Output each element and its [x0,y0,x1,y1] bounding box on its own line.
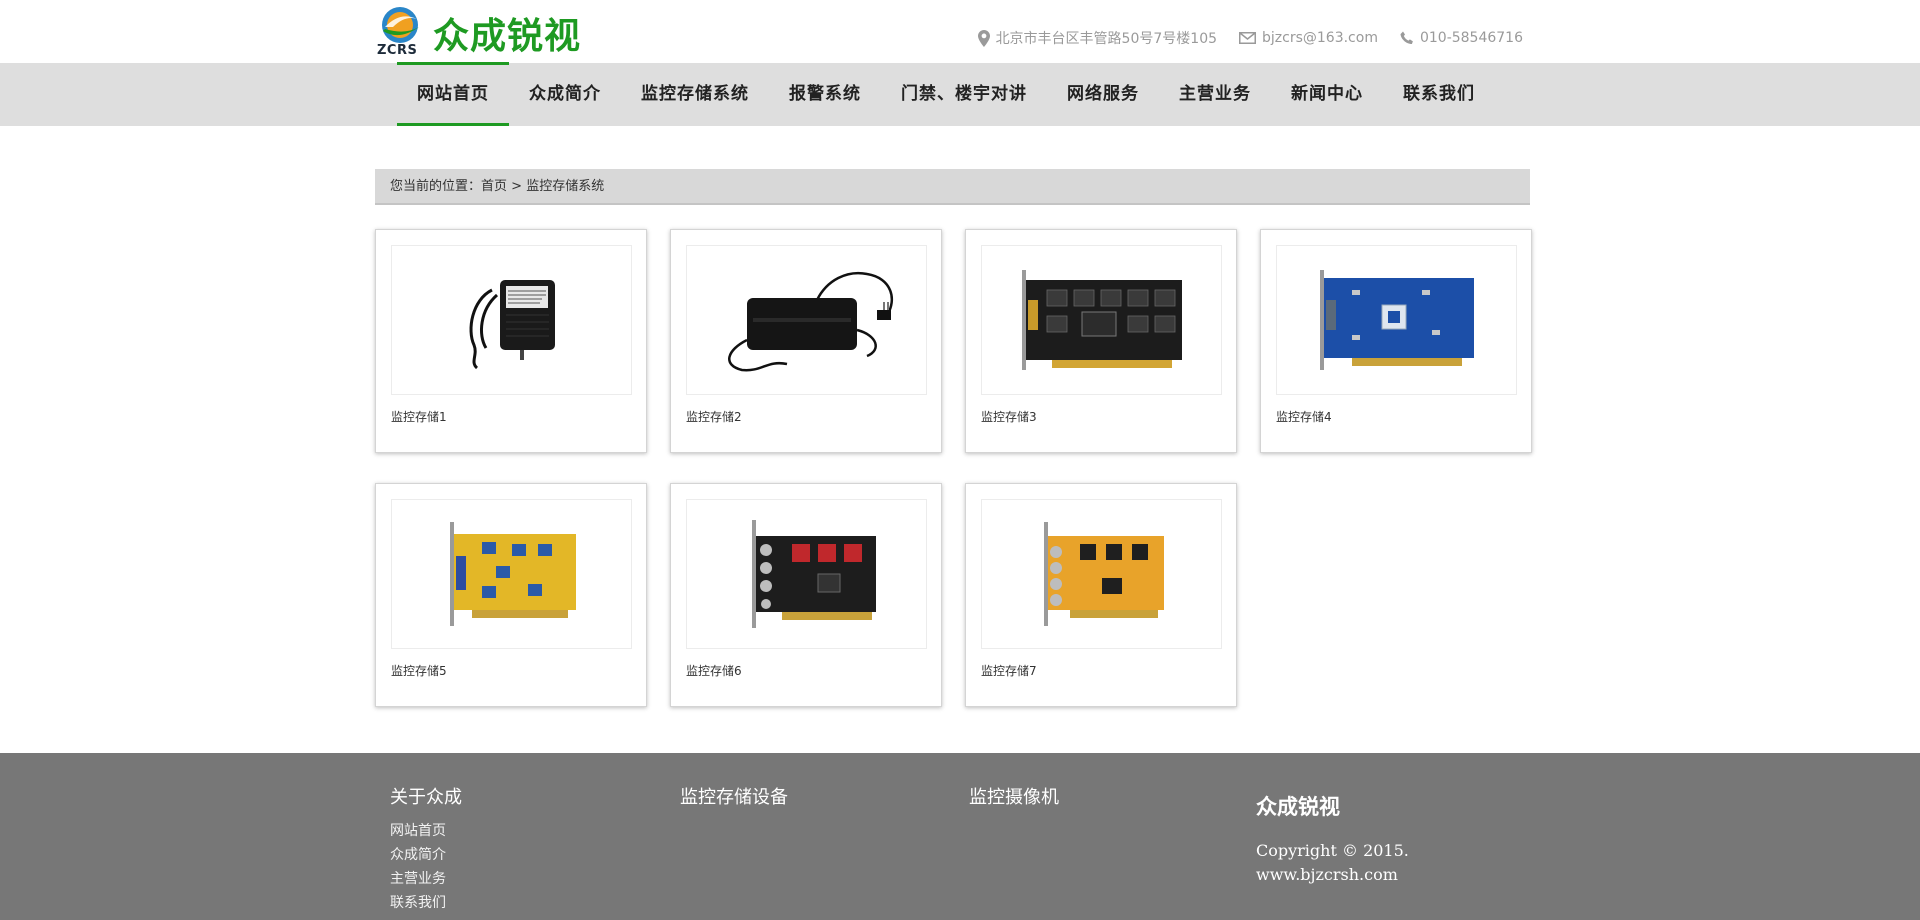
product-image-capture-card-blue[interactable] [1276,245,1517,395]
mail-icon [1239,32,1257,44]
nav-item-main-business[interactable]: 主营业务 [1159,63,1271,126]
product-image-capture-card-yellow[interactable] [391,499,632,649]
product-title[interactable]: 监控存储7 [981,662,1037,679]
product-title[interactable]: 监控存储1 [391,408,447,425]
breadcrumb: 您当前的位置：首页 > 监控存储系统 [375,169,1530,205]
breadcrumb-home-link[interactable]: 首页 [481,179,507,194]
nav-item-home[interactable]: 网站首页 [397,62,509,126]
breadcrumb-prefix: 您当前的位置： [390,179,482,194]
footer-link-contact[interactable]: 联系我们 [390,891,462,915]
nav-item-news[interactable]: 新闻中心 [1271,63,1383,126]
footer-link-list: 网站首页 众成简介 主营业务 联系我们 [390,819,462,915]
email-text[interactable]: bjzcrs@163.com [1262,30,1378,46]
address-text: 北京市丰台区丰管路50号7号楼105 [995,31,1218,47]
footer-col-title[interactable]: 监控摄像机 [969,783,1059,809]
product-title[interactable]: 监控存储5 [391,662,447,679]
product-card[interactable]: 监控存储5 [375,483,647,707]
breadcrumb-separator: > [507,179,527,194]
logo-name: 众成锐视 [433,15,582,57]
product-card[interactable]: 监控存储7 [965,483,1237,707]
phone-text: 010-58546716 [1419,30,1523,46]
footer-brand-name: 众成锐视 [1256,794,1340,819]
product-card[interactable]: 监控存储2 [670,229,942,453]
nav-item-contact[interactable]: 联系我们 [1383,63,1495,126]
footer-col-about: 关于众成 网站首页 众成简介 主营业务 联系我们 [390,783,462,915]
product-image-power-adapter[interactable] [391,245,632,395]
product-card[interactable]: 监控存储4 [1260,229,1532,453]
main-nav: 网站首页 众成简介 监控存储系统 报警系统 门禁、楼宇对讲 网络服务 主营业务 … [397,62,1495,126]
nav-item-about[interactable]: 众成简介 [509,63,621,126]
nav-item-network-service[interactable]: 网络服务 [1047,63,1159,126]
nav-item-access-intercom[interactable]: 门禁、楼宇对讲 [881,63,1047,126]
footer-copyright: Copyright © 2015. [1256,841,1409,860]
footer-col-cameras: 监控摄像机 [969,783,1059,819]
site-logo[interactable]: ZCRS 众成锐视 [375,5,595,59]
footer-link-home[interactable]: 网站首页 [390,819,462,843]
product-title[interactable]: 监控存储3 [981,408,1037,425]
footer-link-about[interactable]: 众成简介 [390,843,462,867]
location-pin-icon [977,29,990,47]
product-card[interactable]: 监控存储1 [375,229,647,453]
footer-col-title[interactable]: 监控存储设备 [680,783,788,809]
phone-icon [1400,31,1414,45]
nav-item-alarm-system[interactable]: 报警系统 [769,63,881,126]
product-card[interactable]: 监控存储3 [965,229,1237,453]
product-image-capture-card-black[interactable] [981,245,1222,395]
product-title[interactable]: 监控存储4 [1276,408,1332,425]
main-nav-bar: 网站首页 众成简介 监控存储系统 报警系统 门禁、楼宇对讲 网络服务 主营业务 … [0,62,1920,126]
product-title[interactable]: 监控存储2 [686,408,742,425]
footer-website[interactable]: www.bjzcrsh.com [1256,863,1409,887]
footer-link-business[interactable]: 主营业务 [390,867,462,891]
product-title[interactable]: 监控存储6 [686,662,742,679]
footer-col-title: 关于众成 [390,787,462,808]
logo-abbr: ZCRS [377,43,418,58]
breadcrumb-current: 监控存储系统 [526,179,605,194]
page: ZCRS 众成锐视 北京市丰台区丰管路50号7号楼105 bjzcrs@163.… [0,0,1920,920]
site-footer: 关于众成 网站首页 众成简介 主营业务 联系我们 监控存储设备 监控摄像机 众成… [0,753,1920,920]
product-image-capture-card-orange-bnc[interactable] [981,499,1222,649]
footer-brand: 众成锐视 Copyright © 2015. www.bjzcrsh.com [1256,791,1409,887]
product-image-power-supply-box[interactable] [686,245,927,395]
site-header: ZCRS 众成锐视 北京市丰台区丰管路50号7号楼105 bjzcrs@163.… [0,0,1920,63]
product-image-capture-card-black-bnc[interactable] [686,499,927,649]
product-card[interactable]: 监控存储6 [670,483,942,707]
nav-item-storage-system[interactable]: 监控存储系统 [621,63,769,126]
footer-col-storage: 监控存储设备 [680,783,788,819]
contact-info: 北京市丰台区丰管路50号7号楼105 bjzcrs@163.com 010-58… [977,28,1523,48]
